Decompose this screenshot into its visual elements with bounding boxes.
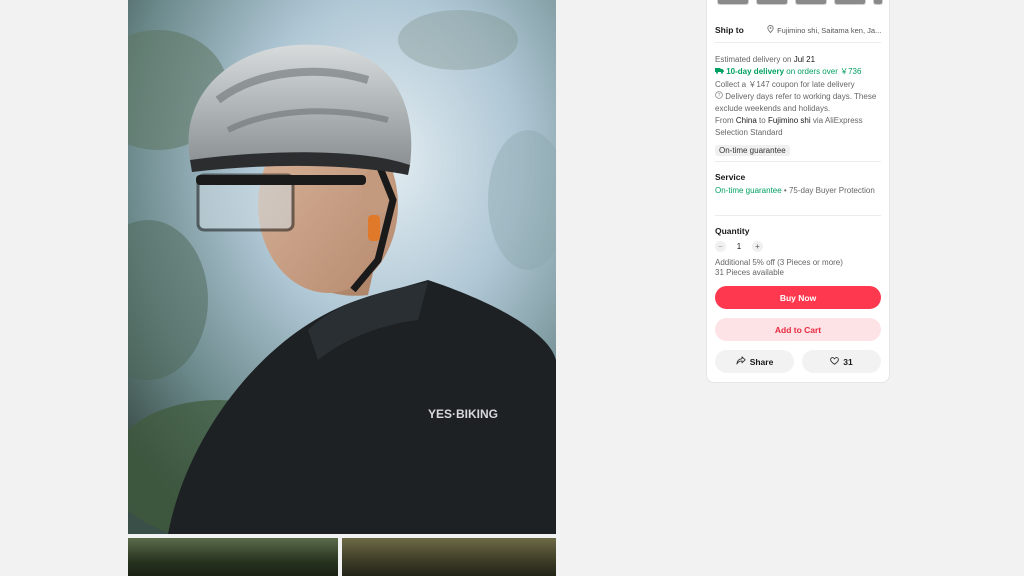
main-product-image[interactable]: YES·BIKING bbox=[128, 0, 556, 534]
truck-icon bbox=[715, 67, 726, 76]
purchase-panel: Ship to Fujimino shi, Saitama ken, Ja...… bbox=[706, 0, 890, 383]
variant-swatch[interactable] bbox=[795, 0, 827, 5]
gallery-thumbnail[interactable] bbox=[128, 538, 338, 576]
svg-text:?: ? bbox=[718, 93, 721, 99]
variant-swatch[interactable] bbox=[756, 0, 788, 5]
quantity-stepper: − 1 + bbox=[715, 241, 881, 252]
quantity-increase-button[interactable]: + bbox=[752, 241, 763, 252]
service-title: Service bbox=[715, 172, 746, 182]
on-time-guarantee-badge[interactable]: On-time guarantee bbox=[715, 145, 790, 156]
svg-text:YES·BIKING: YES·BIKING bbox=[428, 407, 498, 421]
ship-to-location: Fujimino shi, Saitama ken, Ja... bbox=[777, 26, 882, 35]
heart-icon bbox=[830, 356, 840, 367]
cyclist-photo: YES·BIKING bbox=[128, 0, 556, 534]
working-days-note: ? Delivery days refer to working days. T… bbox=[715, 91, 877, 113]
service-details[interactable]: On-time guarantee • 75-day Buyer Protect… bbox=[715, 185, 881, 197]
divider bbox=[715, 42, 881, 43]
variant-swatches bbox=[717, 0, 883, 5]
divider bbox=[715, 161, 881, 162]
wishlist-count: 31 bbox=[843, 356, 853, 367]
variant-swatch[interactable] bbox=[873, 0, 883, 5]
quantity-title: Quantity bbox=[715, 226, 750, 236]
quantity-value[interactable]: 1 bbox=[734, 242, 744, 251]
share-button[interactable]: Share bbox=[715, 350, 794, 373]
late-delivery-coupon: Collect a ￥147 coupon for late delivery bbox=[715, 80, 855, 89]
divider bbox=[715, 215, 881, 216]
stock-available: 31 Pieces available bbox=[715, 268, 784, 277]
variant-swatch[interactable] bbox=[717, 0, 749, 5]
fast-delivery: 10-day delivery on orders over ￥736 bbox=[715, 66, 881, 78]
info-circle-icon: ? bbox=[715, 91, 725, 101]
add-to-cart-button[interactable]: Add to Cart bbox=[715, 318, 881, 341]
variant-swatch[interactable] bbox=[834, 0, 866, 5]
wishlist-button[interactable]: 31 bbox=[802, 350, 881, 373]
location-pin-icon bbox=[767, 25, 775, 35]
quantity-decrease-button[interactable]: − bbox=[715, 241, 726, 252]
buy-now-button[interactable]: Buy Now bbox=[715, 286, 881, 309]
shipping-route: From China to Fujimino shi via AliExpres… bbox=[715, 116, 863, 137]
delivery-estimate: Estimated delivery on Jul 21 bbox=[715, 55, 816, 64]
share-icon bbox=[736, 356, 746, 367]
share-label: Share bbox=[749, 356, 774, 367]
ship-to-selector[interactable]: Fujimino shi, Saitama ken, Ja... bbox=[767, 25, 881, 35]
gallery-thumbnail[interactable] bbox=[342, 538, 556, 576]
